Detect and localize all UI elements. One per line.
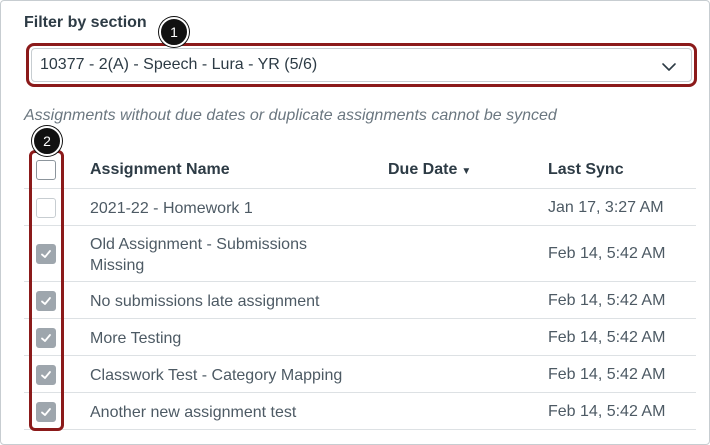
last-sync-value: Feb 14, 5:42 AM [548, 328, 666, 346]
section-filter-select[interactable]: 10377 - 2(A) - Speech - Lura - YR (5/6) [31, 48, 692, 82]
last-sync-value: Jan 17, 3:27 AM [548, 198, 664, 216]
last-sync-value: Feb 14, 5:42 AM [548, 291, 666, 309]
assignment-name: Another new assignment test [90, 404, 297, 421]
table-row: Classwork Test - Category Mapping Feb 14,… [24, 356, 696, 393]
table-row: 2021-22 - Homework 1 Jan 17, 3:27 AM [24, 189, 696, 226]
callout-badge-2: 2 [32, 126, 62, 156]
last-sync-value: Feb 14, 5:42 AM [548, 365, 666, 383]
last-sync-value: Feb 14, 5:42 AM [548, 402, 666, 420]
chevron-down-icon [662, 63, 676, 71]
assignments-table: Assignment Name Due Date ▼ Last Sync 2021… [24, 150, 696, 430]
sync-note: Assignments without due dates or duplica… [24, 107, 557, 124]
assignment-name: 2021-22 - Homework 1 [90, 200, 253, 217]
assignment-name: Old Assignment - Submissions Missing [90, 236, 307, 274]
table-body: 2021-22 - Homework 1 Jan 17, 3:27 AM Old A… [24, 189, 696, 430]
assignment-name: Classwork Test - Category Mapping [90, 367, 343, 384]
column-header-assignment-name: Assignment Name [90, 161, 230, 178]
sort-down-icon: ▼ [461, 166, 472, 177]
checkbox-column-highlight [29, 150, 64, 431]
last-sync-value: Feb 14, 5:42 AM [548, 245, 666, 262]
callout-badge-1: 1 [159, 17, 189, 47]
due-date-label: Due Date [388, 161, 458, 178]
table-row: More Testing Feb 14, 5:42 AM [24, 319, 696, 356]
assignment-name: More Testing [90, 330, 182, 347]
table-row: Another new assignment test Feb 14, 5:42 … [24, 393, 696, 430]
column-header-last-sync: Last Sync [548, 161, 624, 178]
table-row: Old Assignment - Submissions Missing Feb … [24, 226, 696, 282]
table-row: No submissions late assignment Feb 14, 5:… [24, 282, 696, 319]
filter-label: Filter by section [24, 14, 147, 31]
column-header-due-date[interactable]: Due Date ▼ [388, 161, 471, 179]
section-filter-highlight: 10377 - 2(A) - Speech - Lura - YR (5/6) [26, 43, 697, 87]
section-filter-value: 10377 - 2(A) - Speech - Lura - YR (5/6) [40, 56, 318, 73]
assignment-name: No submissions late assignment [90, 293, 320, 310]
table-header-row: Assignment Name Due Date ▼ Last Sync [24, 150, 696, 189]
